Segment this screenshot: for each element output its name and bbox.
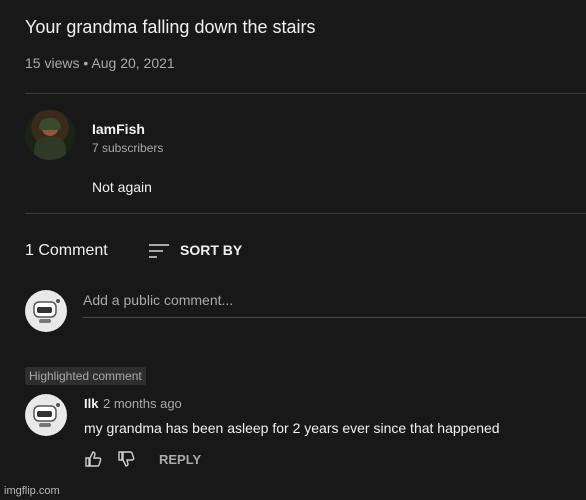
comment-time[interactable]: 2 months ago [103, 396, 182, 411]
sort-by-button[interactable]: SORT BY [180, 242, 242, 258]
thumbs-down-icon[interactable] [117, 450, 135, 468]
commenter-avatar[interactable] [25, 394, 67, 436]
video-title: Your grandma falling down the stairs [25, 17, 316, 37]
comment-text: my grandma has been asleep for 2 years e… [84, 420, 500, 436]
divider-bottom [25, 213, 586, 214]
divider-top [25, 93, 586, 94]
video-description: Not again [92, 179, 152, 195]
video-meta: 15 views • Aug 20, 2021 [25, 55, 175, 71]
subscriber-count: 7 subscribers [92, 141, 164, 155]
comment-count: 1 Comment [25, 242, 108, 259]
avatar-figure-body [34, 137, 66, 160]
robot-face-icon [26, 291, 66, 331]
comment-author[interactable]: Ilk [84, 396, 98, 411]
robot-face-icon [26, 395, 66, 435]
user-avatar[interactable] [25, 290, 67, 332]
public-comment-input[interactable]: Add a public comment... [83, 292, 586, 318]
channel-avatar[interactable] [25, 110, 75, 160]
thumbs-up-icon[interactable] [84, 450, 102, 468]
imgflip-watermark: imgflip.com [4, 485, 60, 497]
meta-separator: • [83, 55, 89, 71]
upload-date: Aug 20, 2021 [91, 55, 175, 71]
reply-button[interactable]: REPLY [159, 452, 201, 467]
highlighted-comment-badge: Highlighted comment [25, 367, 146, 385]
view-count: 15 views [25, 55, 80, 71]
sort-lines-icon[interactable] [148, 242, 170, 260]
avatar-figure-helmet [39, 118, 61, 130]
channel-name[interactable]: IamFish [92, 121, 145, 137]
